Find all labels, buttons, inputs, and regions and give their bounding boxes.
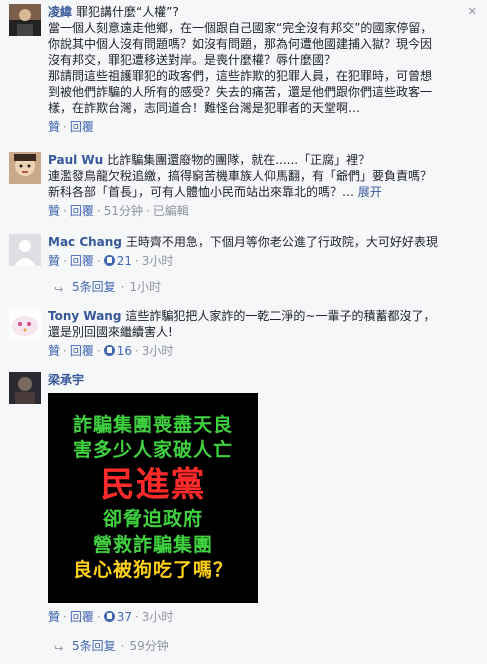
reply-time[interactable]: 1小时 — [129, 280, 161, 294]
timestamp[interactable]: 3小时 — [142, 610, 174, 624]
comment-actions: 贊 · 回覆 — [48, 120, 94, 134]
close-icon[interactable]: ✕ — [468, 4, 477, 20]
thumbs-up-icon — [103, 255, 115, 266]
profile-photo — [9, 152, 41, 184]
avatar[interactable] — [9, 308, 41, 340]
comment-actions: 贊 · 回覆 · 37 · 3小时 — [48, 610, 174, 624]
comment-actions: 贊 · 回覆 · 16 · 3小时 — [48, 344, 174, 358]
avatar[interactable] — [9, 4, 41, 36]
reply-arrow-icon: ↪ — [54, 283, 64, 296]
comment-text-line: 還是別回國來繼續害人! — [48, 325, 173, 339]
reply-button[interactable]: 回覆 — [70, 610, 94, 624]
reply-button[interactable]: 回覆 — [70, 120, 94, 134]
comment-actions: 贊 · 回覆 · 51分钟 · 已編輯 — [48, 204, 189, 218]
comment-text-line: 比詐騙集團還廢物的團隊，就在......「正腐」裡？ — [107, 153, 371, 167]
profile-photo — [9, 4, 41, 36]
comment-author[interactable]: Tony Wang — [48, 309, 121, 323]
reply-arrow-icon: ↪ — [54, 642, 64, 655]
comment-actions: 贊 · 回覆 · 21 · 3小时 — [48, 254, 174, 268]
comment-text-line: 到被他們詐騙的人所有的感受？失去的痛苦，還是他們跟你們這些政客一 — [48, 85, 433, 99]
like-count[interactable]: 37 — [103, 610, 132, 624]
timestamp[interactable]: 51分钟 — [104, 204, 143, 218]
image-text-line: 詐騙集團喪盡天良 — [72, 414, 233, 437]
avatar[interactable] — [9, 372, 41, 404]
comment-image[interactable]: 詐騙集團喪盡天良 害多少人家破人亡 民進黨 卻脅迫政府 營救詐騙集團 良心被狗吃… — [48, 393, 258, 603]
comment-text-line: 這些詐騙犯把人家詐的一乾二淨的~一輩子的積蓄都沒了， — [125, 309, 436, 323]
comment-author[interactable]: Paul Wu — [48, 153, 103, 167]
comment-text-line: 罪犯講什麼“人權”? — [76, 5, 179, 19]
image-text-line: 卻脅迫政府 — [102, 508, 203, 531]
comment-text-line: 樣，在詐欺台灣，志同道合！難怪台灣是犯罪者的天堂啊… — [48, 101, 361, 115]
reply-button[interactable]: 回覆 — [70, 254, 94, 268]
image-text-line: 害多少人家破人亡 — [72, 438, 233, 461]
replies-toggle[interactable]: ↪ 5条回复 · 59分钟 — [0, 636, 487, 656]
reply-button[interactable]: 回覆 — [70, 204, 94, 218]
comment: 梁承宇 詐騙集團喪盡天良 害多少人家破人亡 民進黨 卻脅迫政府 營救詐騙集團 良… — [0, 372, 487, 634]
see-more-link[interactable]: 展开 — [358, 185, 382, 199]
comment-text-line: 那請問這些祖護罪犯的政客們，這些詐欺的犯罪人員，在犯罪時，可曾想 — [48, 69, 433, 83]
profile-photo — [9, 234, 41, 266]
comment-author[interactable]: 梁承宇 — [48, 373, 84, 387]
comment-text-line: 當一個人刻意遠走他鄉，在一個跟自己國家“完全沒有邦交”的國家停留， — [48, 21, 433, 35]
comment: Paul Wu 比詐騙集團還廢物的團隊，就在......「正腐」裡？ 連濫發鳥龍欠… — [0, 152, 487, 222]
edited-label[interactable]: 已編輯 — [153, 204, 189, 218]
like-button[interactable]: 贊 — [48, 120, 60, 134]
reply-time[interactable]: 59分钟 — [129, 639, 168, 653]
thumbs-up-icon — [103, 345, 115, 356]
reply-button[interactable]: 回覆 — [70, 344, 94, 358]
avatar[interactable] — [9, 152, 41, 184]
like-button[interactable]: 贊 — [48, 344, 60, 358]
image-text-line: 民進黨 — [100, 464, 206, 505]
image-text-line: 營救詐騙集團 — [92, 534, 213, 557]
like-button[interactable]: 贊 — [48, 254, 60, 268]
replies-toggle[interactable]: ↪ 5条回复 · 1小时 — [0, 277, 487, 297]
comment: Mac Chang 王時齊不用急，下個月等你老公進了行政院，大可好好表現 贊 · 回覆… — [0, 234, 487, 274]
like-button[interactable]: 贊 — [48, 204, 60, 218]
comment-text-line: 連濫發鳥龍欠稅追繳，搞得窮苦機車族人仰馬翻，有「爺們」要負責嗎？ — [48, 169, 433, 183]
like-button[interactable]: 贊 — [48, 610, 60, 624]
comment-author[interactable]: 凌緯 — [48, 5, 72, 19]
avatar[interactable] — [9, 234, 41, 266]
like-count-value: 16 — [116, 344, 132, 358]
timestamp[interactable]: 3小时 — [142, 344, 174, 358]
profile-photo — [9, 372, 41, 404]
like-count[interactable]: 21 — [103, 254, 132, 268]
timestamp[interactable]: 3小时 — [142, 254, 174, 268]
like-count-value: 37 — [116, 610, 132, 624]
comment: Tony Wang 這些詐騙犯把人家詐的一乾二淨的~一輩子的積蓄都沒了， 還是別回… — [0, 308, 487, 364]
like-count-value: 21 — [116, 254, 132, 268]
comment-text-line: 沒有邦交，罪犯遭移送對岸。是喪什麼權？辱什麼國？ — [48, 53, 337, 67]
comment: ✕ 凌緯 罪犯講什麼“人權”? 當一個人刻意遠走他鄉，在一個跟自己國家“完全沒有邦… — [0, 0, 487, 134]
comment-text-line: 新科各部「首長」，可有人體恤小民而站出來靠北的嗎？… — [48, 185, 355, 199]
comment-text-line: 王時齊不用急，下個月等你老公進了行政院，大可好好表現 — [125, 235, 438, 249]
thumbs-up-icon — [103, 611, 115, 622]
comment-author[interactable]: Mac Chang — [48, 235, 122, 249]
like-count[interactable]: 16 — [103, 344, 132, 358]
replies-count-link[interactable]: 5条回复 — [72, 639, 116, 653]
image-text-line: 良心被狗吃了嗎？ — [72, 559, 233, 582]
replies-count-link[interactable]: 5条回复 — [72, 280, 116, 294]
profile-photo — [9, 308, 41, 340]
comment-text-line: 你說其中個人沒有問題嗎？如沒有問題，那為何遭他國建捕入獄？現今因 — [48, 37, 433, 51]
